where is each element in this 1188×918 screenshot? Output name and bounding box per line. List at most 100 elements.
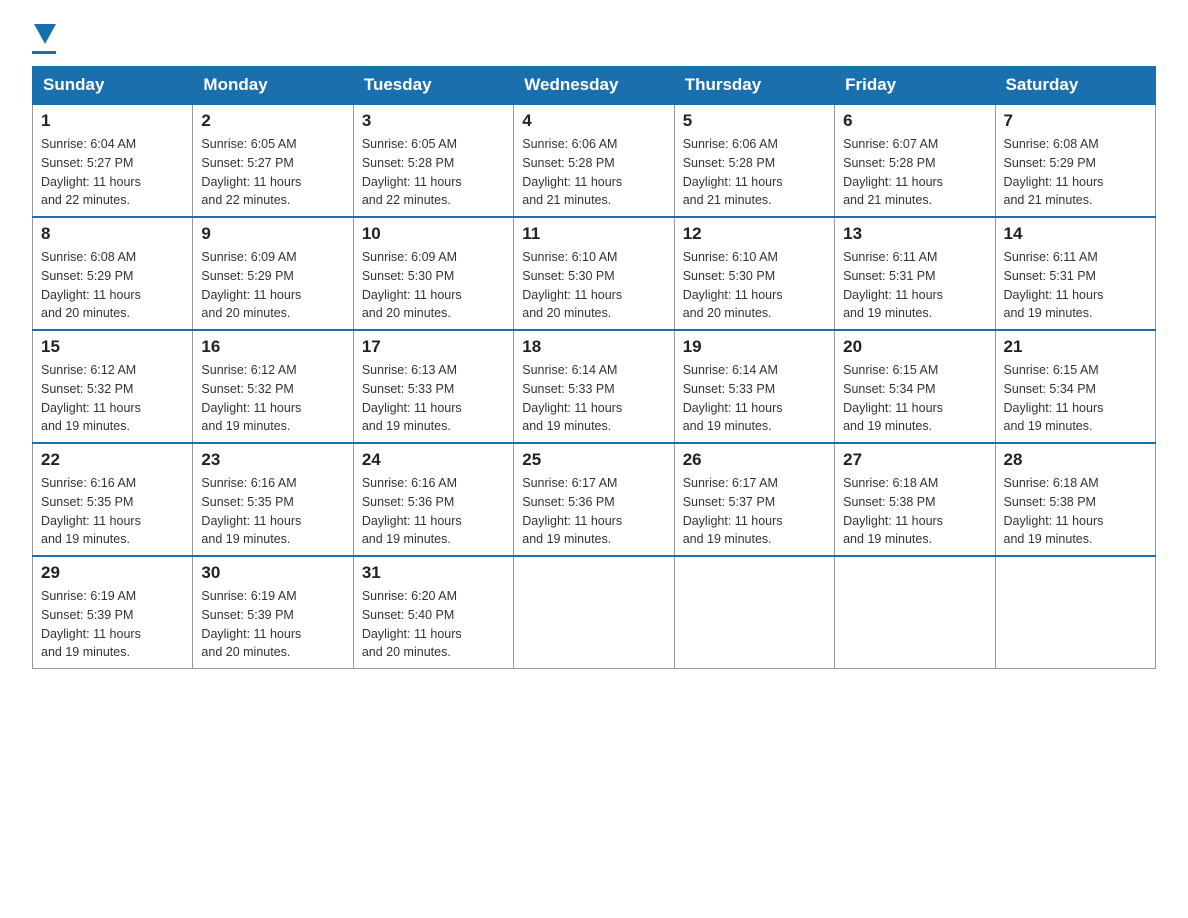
day-info: Sunrise: 6:19 AMSunset: 5:39 PMDaylight:…	[41, 587, 184, 662]
day-number: 29	[41, 563, 184, 583]
calendar-cell: 8 Sunrise: 6:08 AMSunset: 5:29 PMDayligh…	[33, 217, 193, 330]
logo-underline	[32, 51, 56, 54]
day-number: 22	[41, 450, 184, 470]
day-info: Sunrise: 6:17 AMSunset: 5:37 PMDaylight:…	[683, 474, 826, 549]
page-header	[32, 24, 1156, 54]
day-info: Sunrise: 6:06 AMSunset: 5:28 PMDaylight:…	[522, 135, 665, 210]
logo-triangle-icon	[34, 24, 56, 44]
day-number: 15	[41, 337, 184, 357]
day-number: 9	[201, 224, 344, 244]
day-info: Sunrise: 6:10 AMSunset: 5:30 PMDaylight:…	[522, 248, 665, 323]
day-info: Sunrise: 6:18 AMSunset: 5:38 PMDaylight:…	[843, 474, 986, 549]
day-info: Sunrise: 6:06 AMSunset: 5:28 PMDaylight:…	[683, 135, 826, 210]
day-number: 6	[843, 111, 986, 131]
calendar-cell: 13 Sunrise: 6:11 AMSunset: 5:31 PMDaylig…	[835, 217, 995, 330]
day-info: Sunrise: 6:09 AMSunset: 5:29 PMDaylight:…	[201, 248, 344, 323]
calendar-cell: 21 Sunrise: 6:15 AMSunset: 5:34 PMDaylig…	[995, 330, 1155, 443]
day-number: 20	[843, 337, 986, 357]
calendar-cell: 22 Sunrise: 6:16 AMSunset: 5:35 PMDaylig…	[33, 443, 193, 556]
day-number: 26	[683, 450, 826, 470]
day-number: 16	[201, 337, 344, 357]
calendar-cell: 7 Sunrise: 6:08 AMSunset: 5:29 PMDayligh…	[995, 104, 1155, 217]
day-info: Sunrise: 6:08 AMSunset: 5:29 PMDaylight:…	[41, 248, 184, 323]
day-info: Sunrise: 6:11 AMSunset: 5:31 PMDaylight:…	[1004, 248, 1147, 323]
calendar-cell: 30 Sunrise: 6:19 AMSunset: 5:39 PMDaylig…	[193, 556, 353, 669]
day-number: 14	[1004, 224, 1147, 244]
calendar-cell: 9 Sunrise: 6:09 AMSunset: 5:29 PMDayligh…	[193, 217, 353, 330]
day-number: 13	[843, 224, 986, 244]
day-number: 10	[362, 224, 505, 244]
calendar-cell: 24 Sunrise: 6:16 AMSunset: 5:36 PMDaylig…	[353, 443, 513, 556]
calendar-cell: 5 Sunrise: 6:06 AMSunset: 5:28 PMDayligh…	[674, 104, 834, 217]
day-info: Sunrise: 6:08 AMSunset: 5:29 PMDaylight:…	[1004, 135, 1147, 210]
day-number: 19	[683, 337, 826, 357]
calendar-cell: 20 Sunrise: 6:15 AMSunset: 5:34 PMDaylig…	[835, 330, 995, 443]
calendar-cell: 4 Sunrise: 6:06 AMSunset: 5:28 PMDayligh…	[514, 104, 674, 217]
day-number: 23	[201, 450, 344, 470]
weekday-header-friday: Friday	[835, 67, 995, 105]
week-row-2: 8 Sunrise: 6:08 AMSunset: 5:29 PMDayligh…	[33, 217, 1156, 330]
day-number: 1	[41, 111, 184, 131]
day-info: Sunrise: 6:12 AMSunset: 5:32 PMDaylight:…	[201, 361, 344, 436]
week-row-5: 29 Sunrise: 6:19 AMSunset: 5:39 PMDaylig…	[33, 556, 1156, 669]
day-number: 28	[1004, 450, 1147, 470]
logo	[32, 24, 56, 54]
calendar-cell	[514, 556, 674, 669]
calendar-cell: 25 Sunrise: 6:17 AMSunset: 5:36 PMDaylig…	[514, 443, 674, 556]
calendar-cell: 31 Sunrise: 6:20 AMSunset: 5:40 PMDaylig…	[353, 556, 513, 669]
day-info: Sunrise: 6:11 AMSunset: 5:31 PMDaylight:…	[843, 248, 986, 323]
calendar-cell: 28 Sunrise: 6:18 AMSunset: 5:38 PMDaylig…	[995, 443, 1155, 556]
day-info: Sunrise: 6:16 AMSunset: 5:36 PMDaylight:…	[362, 474, 505, 549]
calendar-cell	[835, 556, 995, 669]
calendar-cell	[995, 556, 1155, 669]
calendar-cell: 15 Sunrise: 6:12 AMSunset: 5:32 PMDaylig…	[33, 330, 193, 443]
weekday-header-row: SundayMondayTuesdayWednesdayThursdayFrid…	[33, 67, 1156, 105]
day-info: Sunrise: 6:14 AMSunset: 5:33 PMDaylight:…	[683, 361, 826, 436]
weekday-header-sunday: Sunday	[33, 67, 193, 105]
day-info: Sunrise: 6:09 AMSunset: 5:30 PMDaylight:…	[362, 248, 505, 323]
calendar-cell: 6 Sunrise: 6:07 AMSunset: 5:28 PMDayligh…	[835, 104, 995, 217]
calendar-cell: 17 Sunrise: 6:13 AMSunset: 5:33 PMDaylig…	[353, 330, 513, 443]
day-number: 25	[522, 450, 665, 470]
week-row-4: 22 Sunrise: 6:16 AMSunset: 5:35 PMDaylig…	[33, 443, 1156, 556]
day-number: 17	[362, 337, 505, 357]
calendar-cell: 26 Sunrise: 6:17 AMSunset: 5:37 PMDaylig…	[674, 443, 834, 556]
day-number: 12	[683, 224, 826, 244]
calendar-cell: 1 Sunrise: 6:04 AMSunset: 5:27 PMDayligh…	[33, 104, 193, 217]
weekday-header-wednesday: Wednesday	[514, 67, 674, 105]
calendar-cell: 23 Sunrise: 6:16 AMSunset: 5:35 PMDaylig…	[193, 443, 353, 556]
calendar-cell: 27 Sunrise: 6:18 AMSunset: 5:38 PMDaylig…	[835, 443, 995, 556]
day-number: 5	[683, 111, 826, 131]
calendar-cell: 16 Sunrise: 6:12 AMSunset: 5:32 PMDaylig…	[193, 330, 353, 443]
calendar-cell: 12 Sunrise: 6:10 AMSunset: 5:30 PMDaylig…	[674, 217, 834, 330]
day-info: Sunrise: 6:15 AMSunset: 5:34 PMDaylight:…	[1004, 361, 1147, 436]
day-number: 30	[201, 563, 344, 583]
day-info: Sunrise: 6:14 AMSunset: 5:33 PMDaylight:…	[522, 361, 665, 436]
day-info: Sunrise: 6:04 AMSunset: 5:27 PMDaylight:…	[41, 135, 184, 210]
day-info: Sunrise: 6:13 AMSunset: 5:33 PMDaylight:…	[362, 361, 505, 436]
weekday-header-tuesday: Tuesday	[353, 67, 513, 105]
day-info: Sunrise: 6:05 AMSunset: 5:27 PMDaylight:…	[201, 135, 344, 210]
day-info: Sunrise: 6:20 AMSunset: 5:40 PMDaylight:…	[362, 587, 505, 662]
weekday-header-saturday: Saturday	[995, 67, 1155, 105]
calendar-cell: 18 Sunrise: 6:14 AMSunset: 5:33 PMDaylig…	[514, 330, 674, 443]
calendar-table: SundayMondayTuesdayWednesdayThursdayFrid…	[32, 66, 1156, 669]
day-info: Sunrise: 6:05 AMSunset: 5:28 PMDaylight:…	[362, 135, 505, 210]
day-info: Sunrise: 6:17 AMSunset: 5:36 PMDaylight:…	[522, 474, 665, 549]
day-info: Sunrise: 6:18 AMSunset: 5:38 PMDaylight:…	[1004, 474, 1147, 549]
day-number: 2	[201, 111, 344, 131]
week-row-1: 1 Sunrise: 6:04 AMSunset: 5:27 PMDayligh…	[33, 104, 1156, 217]
day-info: Sunrise: 6:10 AMSunset: 5:30 PMDaylight:…	[683, 248, 826, 323]
day-number: 31	[362, 563, 505, 583]
day-info: Sunrise: 6:16 AMSunset: 5:35 PMDaylight:…	[201, 474, 344, 549]
calendar-cell: 29 Sunrise: 6:19 AMSunset: 5:39 PMDaylig…	[33, 556, 193, 669]
day-number: 3	[362, 111, 505, 131]
day-number: 24	[362, 450, 505, 470]
calendar-cell: 10 Sunrise: 6:09 AMSunset: 5:30 PMDaylig…	[353, 217, 513, 330]
calendar-cell: 3 Sunrise: 6:05 AMSunset: 5:28 PMDayligh…	[353, 104, 513, 217]
week-row-3: 15 Sunrise: 6:12 AMSunset: 5:32 PMDaylig…	[33, 330, 1156, 443]
day-number: 21	[1004, 337, 1147, 357]
calendar-cell	[674, 556, 834, 669]
day-number: 11	[522, 224, 665, 244]
calendar-cell: 14 Sunrise: 6:11 AMSunset: 5:31 PMDaylig…	[995, 217, 1155, 330]
